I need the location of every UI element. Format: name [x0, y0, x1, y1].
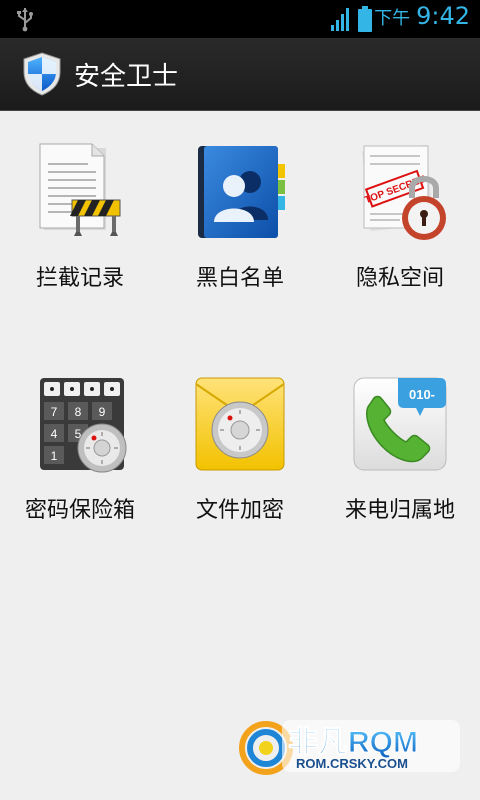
envelope-dial-icon [195, 377, 285, 471]
keypad-safe-icon: 7 8 9 4 5 1 [40, 378, 127, 473]
tile-caller-location[interactable]: 010- 来电归属地 [320, 342, 480, 542]
phone-area-code-icon: 010- [353, 377, 447, 471]
status-clock: 下午 9:42 [374, 2, 470, 36]
tile-label: 拦截记录 [35, 266, 124, 291]
signal-strength-icon [331, 8, 349, 31]
key-9: 9 [99, 405, 106, 419]
contacts-book-icon [198, 146, 285, 238]
key-7: 7 [51, 405, 58, 419]
clock-ampm: 下午 [374, 8, 411, 29]
tile-label: 密码保险箱 [24, 498, 135, 523]
document-barrier-icon [39, 143, 121, 236]
watermark-logo: 非凡RQM ROM.CRSKY.COM [239, 720, 460, 775]
tile-privacy-space[interactable]: TOP SECRET 隐私空间 [320, 110, 480, 310]
clock-time: 9:42 [416, 2, 470, 30]
tile-intercept-log[interactable]: 拦截记录 [0, 110, 160, 310]
battery-icon [358, 6, 372, 32]
area-code-bubble: 010- [409, 387, 435, 402]
page-title: 安全卫士 [74, 62, 179, 92]
tile-label: 来电归属地 [344, 498, 455, 523]
action-bar: 安全卫士 [0, 38, 480, 111]
top-secret-lock-icon: TOP SECRET [361, 144, 446, 240]
usb-icon [17, 8, 33, 32]
key-4: 4 [51, 427, 58, 441]
shield-icon[interactable] [22, 52, 62, 96]
watermark-brand: 非凡RQM [288, 726, 418, 759]
tile-label: 文件加密 [195, 498, 284, 523]
key-1: 1 [51, 449, 58, 463]
tile-file-encryption[interactable]: 文件加密 [160, 342, 320, 542]
watermark-site: ROM.CRSKY.COM [296, 756, 408, 771]
status-bar: 下午 9:42 [0, 0, 480, 38]
tile-label: 黑白名单 [195, 266, 284, 291]
tile-password-safe[interactable]: 7 8 9 4 5 1 密码保险箱 [0, 342, 160, 542]
tile-black-white-list[interactable]: 黑白名单 [160, 110, 320, 310]
key-8: 8 [75, 405, 82, 419]
tile-label: 隐私空间 [355, 266, 444, 291]
